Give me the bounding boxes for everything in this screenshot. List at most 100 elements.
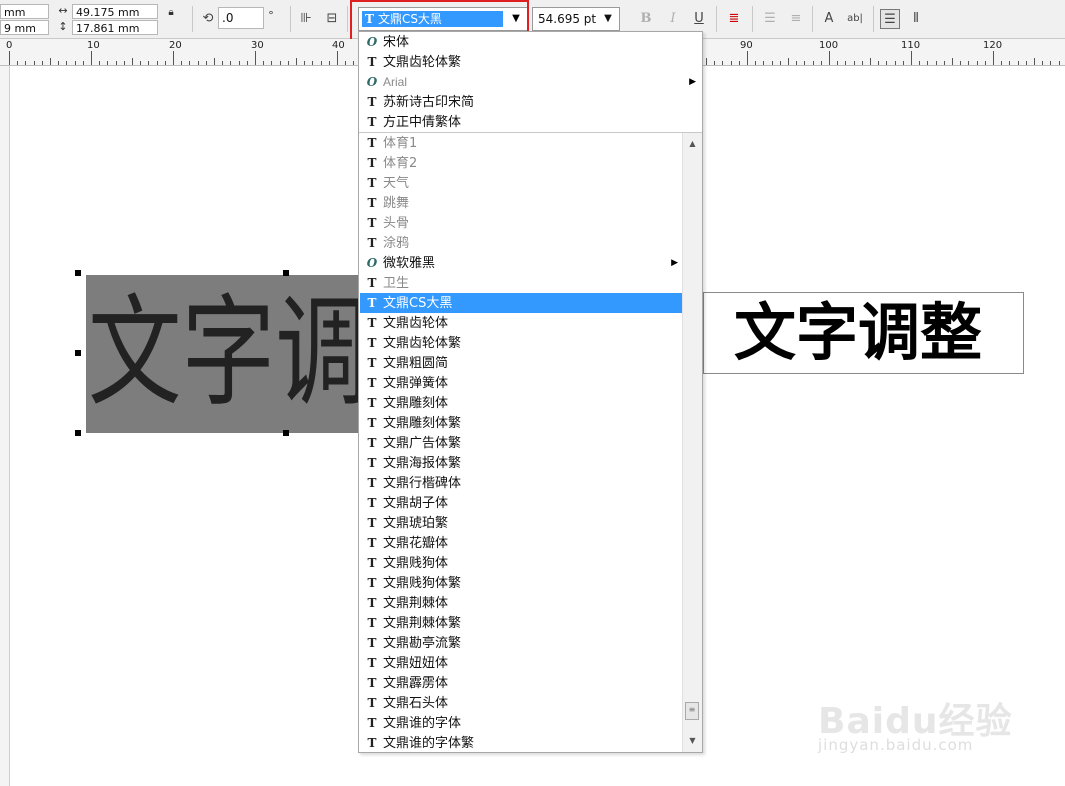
edit-text-icon[interactable]: ab| [845,9,865,29]
submenu-arrow-icon[interactable]: ▶ [671,253,678,273]
font-item[interactable]: T 文鼎弹簧体 [360,373,682,393]
font-item[interactable]: T 涂鸦 [360,233,682,253]
truetype-icon: T [367,416,377,430]
font-item-label: 文鼎齿轮体繁 [383,55,462,70]
font-size-combo[interactable]: 54.695 pt ▼ [532,7,620,31]
font-item[interactable]: T 文鼎谁的字体 [360,713,682,733]
font-item[interactable]: T 文鼎谁的字体繁 [360,733,682,753]
font-item[interactable]: T 方正中倩繁体 [360,112,682,132]
y-position-field[interactable]: 9 mm [0,20,49,35]
selected-text-object[interactable]: 文字调 [86,275,376,433]
text-object[interactable]: 文字调整 [703,292,1024,374]
ruler-tick [1026,61,1027,65]
font-item-label: 文鼎石头体 [383,696,449,711]
font-item-label: 苏新诗古印宋简 [383,95,475,110]
lock-ratio-icon[interactable]: 🔒︎ [164,6,178,20]
font-item[interactable]: T 文鼎CS大黑 [360,293,682,313]
truetype-icon: T [367,516,377,530]
ruler-tick [845,61,846,65]
truetype-icon: T [367,196,377,210]
font-item[interactable]: T 文鼎勘亭流繁 [360,633,682,653]
font-item[interactable]: T 头骨 [360,213,682,233]
font-item[interactable]: T 文鼎胡子体 [360,493,682,513]
mirror-horizontal-icon[interactable]: ⊪ [296,9,316,29]
font-item[interactable]: O Arial ▶ [360,72,700,92]
font-item[interactable]: T 跳舞 [360,193,682,213]
chevron-down-icon[interactable]: ▼ [600,10,616,28]
height-field[interactable]: 17.861 mm [72,20,158,35]
truetype-icon: T [367,356,377,370]
italic-button[interactable]: I [663,9,683,29]
font-list-dropdown[interactable]: O 宋体 T 文鼎齿轮体繁 O Arial ▶ T 苏新诗古印宋简 T 方正中倩繁体 T 体育… [358,31,703,753]
font-item[interactable]: T 文鼎广告体繁 [360,433,682,453]
underline-button[interactable]: U [689,9,709,29]
vertical-ruler[interactable] [0,66,10,786]
width-field[interactable]: 49.175 mm [72,4,158,19]
opentype-icon: O [366,75,378,89]
ruler-tick [353,61,354,65]
ruler-tick [796,61,797,65]
font-item[interactable]: T 文鼎花瓣体 [360,533,682,553]
font-item[interactable]: T 文鼎行楷碑体 [360,473,682,493]
horizontal-text-icon[interactable]: ☰ [880,9,900,29]
selection-handle[interactable] [75,430,81,436]
font-list-combo[interactable]: T 文鼎CS大黑 ▼ [358,7,528,31]
ruler-label: 0 [6,40,13,51]
font-item-label: 文鼎贱狗体繁 [383,576,462,591]
font-item[interactable]: T 文鼎妞妞体 [360,653,682,673]
ruler-tick [895,61,896,65]
font-item[interactable]: O 微软雅黑 ▶ [360,253,682,273]
selection-handle[interactable] [283,270,289,276]
font-item[interactable]: T 体育2 [360,153,682,173]
ruler-tick [75,61,76,65]
scroll-thumb[interactable]: ≡ [685,702,699,720]
font-item[interactable]: T 卫生 [360,273,682,293]
character-format-icon[interactable]: A [819,9,839,29]
truetype-icon: T [367,496,377,510]
font-item[interactable]: T 文鼎霹雳体 [360,673,682,693]
text-align-icon[interactable]: ≣ [724,9,744,29]
font-item[interactable]: T 文鼎齿轮体繁 [360,52,682,72]
font-item-label: 文鼎CS大黑 [383,296,453,311]
bold-button[interactable]: B [636,9,656,29]
font-list-selected[interactable]: T 文鼎CS大黑 [362,11,503,27]
font-item[interactable]: T 文鼎齿轮体繁 [360,333,682,353]
dropdown-scrollbar[interactable]: ▲ ≡ ▼ [682,133,702,752]
font-item[interactable]: T 文鼎贱狗体 [360,553,682,573]
ruler-label: 30 [251,40,264,51]
font-item[interactable]: T 天气 [360,173,682,193]
font-item[interactable]: T 文鼎荆棘体繁 [360,613,682,633]
font-item-label: 文鼎花瓣体 [383,536,449,551]
font-item[interactable]: T 文鼎贱狗体繁 [360,573,682,593]
font-item[interactable]: T 文鼎雕刻体 [360,393,682,413]
vertical-text-icon[interactable]: ⦀ [906,9,926,29]
chevron-down-icon[interactable]: ▼ [508,10,524,28]
scroll-down-icon[interactable]: ▼ [683,732,702,750]
selection-handle[interactable] [75,270,81,276]
font-item[interactable]: O 宋体 [360,32,682,52]
font-item[interactable]: T 文鼎海报体繁 [360,453,682,473]
font-item[interactable]: T 文鼎石头体 [360,693,682,713]
ruler-tick [854,61,855,65]
font-item[interactable]: T 文鼎齿轮体 [360,313,682,333]
truetype-icon: T [367,656,377,670]
rotation-angle-field[interactable]: .0 [218,7,264,29]
ruler-label: 10 [87,40,100,51]
font-item[interactable]: T 文鼎琥珀繁 [360,513,682,533]
font-item[interactable]: T 文鼎荆棘体 [360,593,682,613]
mirror-vertical-icon[interactable]: ⊟ [322,9,342,29]
submenu-arrow-icon[interactable]: ▶ [689,72,696,92]
font-item[interactable]: T 苏新诗古印宋简 [360,92,682,112]
font-item[interactable]: T 文鼎雕刻体繁 [360,413,682,433]
selection-handle[interactable] [283,430,289,436]
scroll-up-icon[interactable]: ▲ [683,135,702,153]
font-item[interactable]: T 体育1 [360,133,682,153]
ruler-tick [804,61,805,65]
drop-cap-icon[interactable]: ≡ [786,9,806,29]
font-item-label: 文鼎粗圆简 [383,356,449,371]
truetype-icon: T [367,736,377,750]
bullet-list-icon[interactable]: ☰ [760,9,780,29]
font-item[interactable]: T 文鼎粗圆简 [360,353,682,373]
x-position-field[interactable]: mm [0,4,49,19]
selection-handle[interactable] [75,350,81,356]
